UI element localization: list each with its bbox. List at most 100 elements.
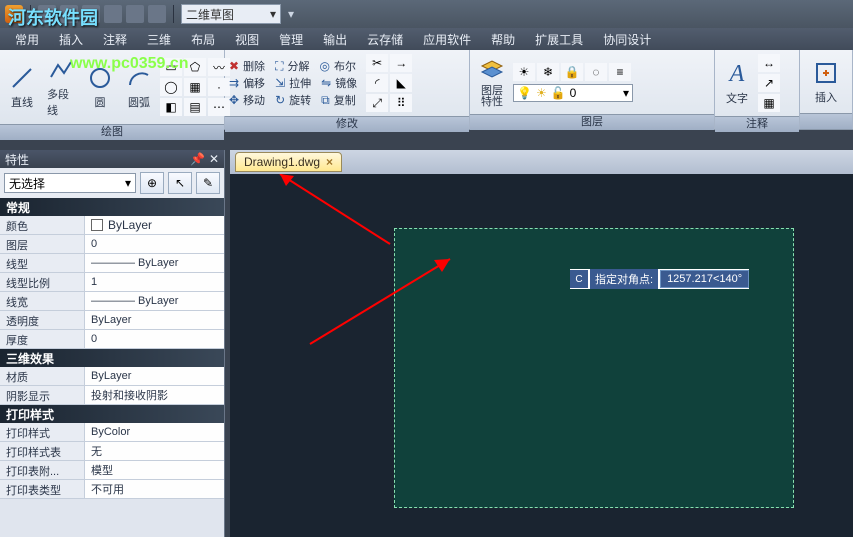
new-icon[interactable] [38, 5, 56, 23]
menu-ext[interactable]: 扩展工具 [525, 28, 593, 51]
prop-color-v[interactable]: ByLayer [85, 216, 224, 234]
polyline-label: 多段线 [47, 86, 75, 118]
text-label: 文字 [726, 90, 748, 106]
cat-general: 常规 [0, 198, 224, 216]
prop-ptable-v[interactable]: 无 [85, 442, 224, 460]
region-icon[interactable]: ◧ [160, 98, 182, 116]
menu-layout[interactable]: 布局 [181, 28, 225, 51]
trim-icon[interactable]: ✂ [366, 54, 388, 72]
dim-icon[interactable]: ↔ [758, 54, 780, 72]
array-icon[interactable]: ⠿ [390, 94, 412, 112]
arc-button[interactable]: 圆弧 [121, 62, 157, 112]
pin-icon[interactable]: 📌 [190, 152, 205, 166]
drawing-canvas[interactable]: C 指定对角点: 1257.217<140° [230, 174, 853, 537]
menu-view[interactable]: 视图 [225, 28, 269, 51]
layer-iso-icon[interactable]: ☀ [513, 63, 535, 81]
menu-annotate[interactable]: 注释 [93, 28, 137, 51]
hatch-icon[interactable]: ▦ [184, 78, 206, 96]
tab-drawing1[interactable]: Drawing1.dwg × [235, 152, 342, 172]
prop-trans-k: 透明度 [0, 311, 85, 329]
close-icon[interactable]: ✕ [209, 152, 219, 166]
layer-off-icon[interactable]: ◌ [585, 63, 607, 81]
redo-icon[interactable] [126, 5, 144, 23]
open-icon[interactable] [60, 5, 78, 23]
move-icon[interactable]: ✥ [229, 93, 239, 107]
prop-pstyle-v[interactable]: ByColor [85, 423, 224, 441]
scale-icon[interactable]: ⤢ [366, 94, 388, 112]
table2-icon[interactable]: ▦ [758, 94, 780, 112]
undo-icon[interactable] [104, 5, 122, 23]
text-button[interactable]: A 文字 [719, 58, 755, 108]
fillet-icon[interactable]: ◜ [366, 74, 388, 92]
chamfer-icon[interactable]: ◣ [390, 74, 412, 92]
prop-ltype-v[interactable]: ———— ByLayer [85, 254, 224, 272]
qat-chevron-icon[interactable]: ▾ [288, 7, 294, 21]
prop-layer-v[interactable]: 0 [85, 235, 224, 253]
properties-palette: 特性 📌 ✕ 无选择 ▾ ⊕ ↖ ✎ 常规 颜色ByLayer 图层0 线型——… [0, 150, 225, 537]
menu-3d[interactable]: 三维 [137, 28, 181, 51]
quickselect-button[interactable]: ⊕ [140, 172, 164, 194]
stretch-icon[interactable]: ⇲ [275, 76, 285, 90]
prop-mat-k: 材质 [0, 367, 85, 385]
prop-patt-v[interactable]: 模型 [85, 461, 224, 479]
rotate-icon[interactable]: ↻ [275, 93, 285, 107]
polyline-button[interactable]: 多段线 [43, 54, 79, 120]
bool-icon[interactable]: ◎ [319, 59, 329, 73]
palette-title-label: 特性 [5, 151, 29, 168]
mirror-label[interactable]: 镜像 [335, 75, 363, 91]
layer-match-icon[interactable]: ≡ [609, 63, 631, 81]
prop-ptype-v[interactable]: 不可用 [85, 480, 224, 498]
menu-collab[interactable]: 协同设计 [593, 28, 661, 51]
layer-props-button[interactable]: 图层 特性 [474, 54, 510, 110]
prompt-value[interactable]: 1257.217<140° [660, 270, 749, 288]
prop-mat-v[interactable]: ByLayer [85, 367, 224, 385]
layer-lock-icon[interactable]: 🔒 [561, 63, 583, 81]
menu-manage[interactable]: 管理 [269, 28, 313, 51]
copy-icon[interactable]: ⧉ [321, 93, 330, 108]
sun-icon: ☀ [536, 86, 547, 100]
pickobj-button[interactable]: ↖ [168, 172, 192, 194]
bool-label[interactable]: 布尔 [334, 58, 362, 74]
move-label[interactable]: 移动 [243, 92, 271, 108]
selection-row: 无选择 ▾ ⊕ ↖ ✎ [0, 168, 224, 198]
workspace-dropdown[interactable]: 二维草图 ▾ [181, 4, 281, 24]
offset-icon[interactable]: ⇉ [229, 76, 239, 90]
circle-button[interactable]: 圆 [82, 62, 118, 112]
menu-insert[interactable]: 插入 [49, 28, 93, 51]
explode-icon[interactable]: ⛶ [275, 59, 283, 74]
insert-button[interactable]: 插入 [808, 57, 844, 107]
table-icon[interactable]: ▤ [184, 98, 206, 116]
menu-apps[interactable]: 应用软件 [413, 28, 481, 51]
layer-freeze-icon[interactable]: ❄ [537, 63, 559, 81]
line-button[interactable]: 直线 [4, 62, 40, 112]
tab-close-icon[interactable]: × [326, 155, 333, 169]
print-icon[interactable] [148, 5, 166, 23]
prop-ltscale-v[interactable]: 1 [85, 273, 224, 291]
menu-cloud[interactable]: 云存储 [357, 28, 413, 51]
menu-output[interactable]: 输出 [313, 28, 357, 51]
explode-label[interactable]: 分解 [287, 58, 315, 74]
stretch-label[interactable]: 拉伸 [289, 75, 317, 91]
layer-dropdown[interactable]: 💡 ☀ 🔓 0 ▾ [513, 84, 633, 102]
prop-lweight-v[interactable]: ———— ByLayer [85, 292, 224, 310]
prop-shadow-v[interactable]: 投射和接收阴影 [85, 386, 224, 404]
selection-dropdown[interactable]: 无选择 ▾ [4, 173, 136, 193]
erase-label[interactable]: 删除 [243, 58, 271, 74]
copy-label[interactable]: 复制 [334, 92, 362, 108]
insert-icon [812, 59, 840, 87]
prop-trans-v[interactable]: ByLayer [85, 311, 224, 329]
quickcalc-button[interactable]: ✎ [196, 172, 220, 194]
rotate-label[interactable]: 旋转 [289, 92, 317, 108]
polygon-icon[interactable]: ⬠ [184, 58, 206, 76]
erase-icon[interactable]: ✖ [229, 59, 239, 73]
mirror-icon[interactable]: ⇋ [321, 76, 331, 90]
menu-common[interactable]: 常用 [5, 28, 49, 51]
prop-thick-v[interactable]: 0 [85, 330, 224, 348]
offset-label[interactable]: 偏移 [243, 75, 271, 91]
extend-icon[interactable]: → [390, 54, 412, 72]
ellipse-icon[interactable]: ◯ [160, 78, 182, 96]
save-icon[interactable] [82, 5, 100, 23]
menu-help[interactable]: 帮助 [481, 28, 525, 51]
leader-icon[interactable]: ↗ [758, 74, 780, 92]
rect-icon[interactable]: ▭ [160, 58, 182, 76]
